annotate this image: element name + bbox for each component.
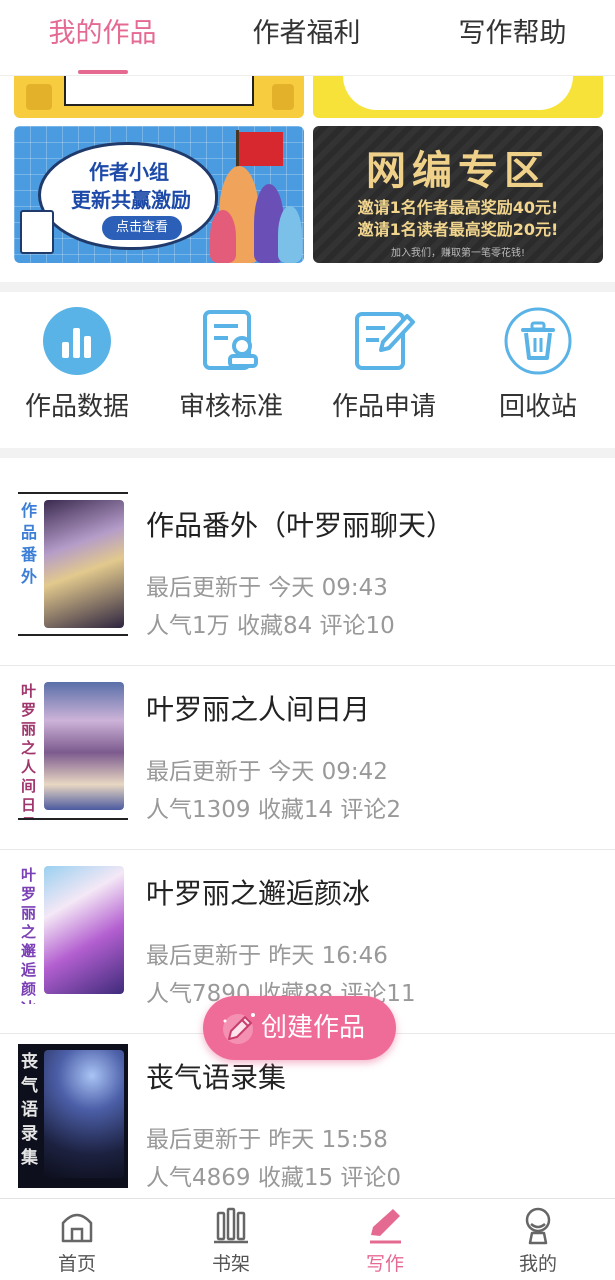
pencil-icon (223, 1013, 255, 1044)
tab-my-works[interactable]: 我的作品 (40, 12, 165, 56)
active-tab-indicator (78, 70, 128, 74)
action-review-standard[interactable]: 审核标准 (161, 302, 301, 426)
action-work-application[interactable]: 作品申请 (314, 302, 454, 426)
cover-artwork (44, 682, 124, 810)
action-label: 作品申请 (331, 392, 436, 422)
profile-icon (525, 1207, 551, 1245)
work-title: 叶罗丽之人间日月 (146, 693, 371, 726)
edit-doc-icon (355, 312, 415, 370)
trash-icon (504, 307, 572, 375)
cartoon-kid (278, 206, 302, 263)
banner-network-line1: 邀请1名作者最高奖励40元! (357, 198, 559, 217)
tab-author-benefits[interactable]: 作者福利 (244, 12, 369, 56)
banner-network-title: 网编专区 (366, 148, 550, 194)
section-divider (0, 282, 615, 292)
bar-chart-icon (43, 307, 111, 375)
cover-artwork (44, 1050, 124, 1178)
work-updated-time: 最后更新于 今天 09:42 (146, 759, 388, 785)
work-cover: 叶罗丽之人间日月 (18, 676, 128, 820)
action-work-data[interactable]: 作品数据 (7, 302, 147, 426)
nav-bookshelf[interactable]: 书架 (154, 1199, 308, 1280)
action-recycle-bin[interactable]: 回收站 (468, 302, 608, 426)
cover-title-text: 丧气语录集 (21, 1052, 38, 1168)
home-icon (61, 1213, 93, 1243)
action-label: 审核标准 (178, 392, 283, 422)
banner-partial-right[interactable] (313, 76, 603, 118)
work-updated-time: 最后更新于 昨天 16:46 (146, 943, 388, 969)
banner-network-footer: 加入我们，赚取第一笔零花钱! (390, 248, 525, 259)
tab-writing-help[interactable]: 写作帮助 (450, 12, 575, 56)
create-work-button[interactable]: 创建作品 (203, 996, 396, 1060)
nav-label: 书架 (211, 1253, 250, 1275)
nav-write[interactable]: 写作 (308, 1199, 462, 1280)
cover-artwork (44, 500, 124, 628)
work-cover: 丧气语录集 (18, 1044, 128, 1188)
clipboard-icon (20, 210, 54, 254)
work-item[interactable]: 丧气语录集 丧气语录集 最后更新于 昨天 15:58 人气4869 收藏15 评… (0, 1034, 615, 1218)
work-item[interactable]: 作品番外 作品番外（叶罗丽聊天） 最后更新于 今天 09:43 人气1万 收藏8… (0, 482, 615, 666)
network-editor-banner[interactable]: 网编专区 邀请1名作者最高奖励40元! 邀请1名读者最高奖励20元! 加入我们，… (313, 126, 603, 263)
bottom-nav-bar: 首页 书架 写作 我的 (0, 1198, 615, 1280)
work-stats: 人气1309 收藏14 评论2 (146, 797, 402, 823)
nav-home[interactable]: 首页 (0, 1199, 154, 1280)
banner-group-line2: 更新共赢激励 (71, 188, 191, 212)
work-title: 作品番外（叶罗丽聊天） (146, 509, 455, 542)
banner-network-line2: 邀请1名读者最高奖励20元! (357, 220, 559, 239)
author-group-banner[interactable]: 作者小组 更新共赢激励 点击查看 (14, 126, 304, 263)
cover-title-text: 叶罗丽之邂逅颜冰 (21, 866, 37, 1004)
review-doc-icon (203, 310, 258, 370)
action-label: 作品数据 (24, 392, 129, 422)
cartoon-kid (210, 210, 236, 263)
cover-artwork (44, 866, 124, 994)
cover-title-text: 叶罗丽之人间日月 (21, 682, 37, 818)
cover-title-text: 作品番外 (21, 501, 38, 586)
work-updated-time: 最后更新于 今天 09:43 (146, 575, 388, 601)
top-tab-bar: 我的作品 作者福利 写作帮助 (0, 0, 615, 76)
action-label: 回收站 (498, 392, 577, 422)
nav-profile[interactable]: 我的 (461, 1199, 615, 1280)
create-work-label: 创建作品 (261, 1013, 366, 1043)
banner-view-button[interactable]: 点击查看 (102, 216, 182, 240)
nav-label: 写作 (365, 1253, 404, 1275)
work-stats: 人气4869 收藏15 评论0 (146, 1165, 402, 1191)
nav-label: 首页 (57, 1253, 96, 1275)
work-cover: 作品番外 (18, 492, 128, 636)
banner-group-line1: 作者小组 (89, 160, 169, 184)
work-item[interactable]: 叶罗丽之人间日月 叶罗丽之人间日月 最后更新于 今天 09:42 人气1309 … (0, 666, 615, 850)
work-stats: 人气1万 收藏84 评论10 (146, 613, 395, 639)
work-title: 丧气语录集 (146, 1061, 287, 1094)
pen-icon (370, 1209, 401, 1244)
red-flag-icon (239, 132, 283, 166)
bookshelf-icon (214, 1207, 248, 1244)
work-updated-time: 最后更新于 昨天 15:58 (146, 1127, 388, 1153)
banner-partial-left[interactable] (14, 76, 304, 118)
work-cover: 叶罗丽之邂逅颜冰 (18, 860, 128, 1004)
section-divider (0, 448, 615, 458)
work-title: 叶罗丽之邂逅颜冰 (146, 877, 371, 910)
nav-label: 我的 (518, 1253, 557, 1275)
